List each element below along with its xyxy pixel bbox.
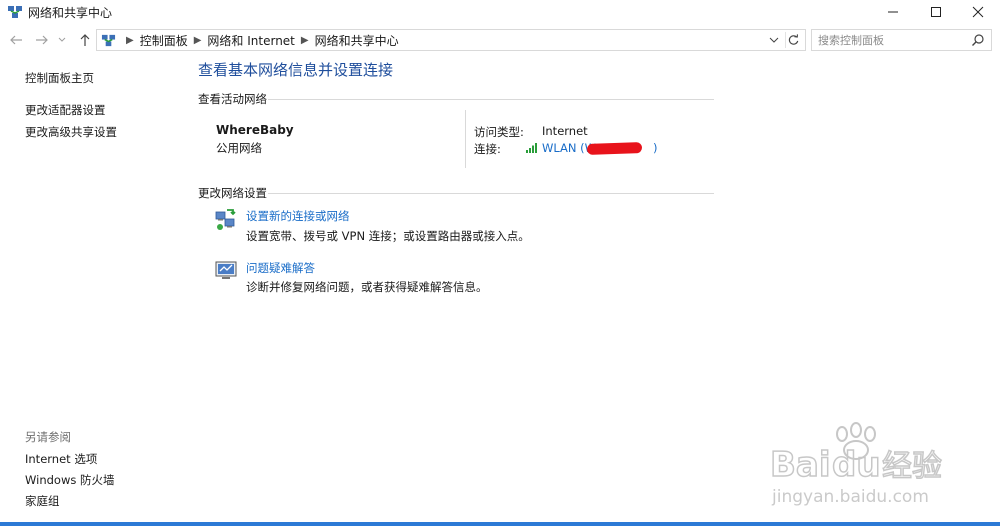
internet-options-link[interactable]: Internet 选项 [25,451,97,467]
network-center-icon [8,6,22,18]
forward-button[interactable] [32,30,52,50]
change-advanced-sharing-link[interactable]: 更改高级共享设置 [25,124,117,140]
svg-text:Bai: Bai [770,445,831,485]
recent-locations-button[interactable] [55,30,69,50]
control-panel-home-link[interactable]: 控制面板主页 [25,70,94,86]
breadcrumb-network-sharing[interactable]: 网络和共享中心 [315,32,399,49]
refresh-icon[interactable] [785,32,801,48]
section-divider [268,193,714,194]
wlan-connection-suffix: ) [653,141,658,155]
back-arrow-icon [10,35,22,45]
troubleshoot-link[interactable]: 问题疑难解答 [246,260,315,276]
minimize-button[interactable] [872,0,914,24]
svg-text:jingyan.baidu.com: jingyan.baidu.com [771,487,929,507]
control-panel-icon [101,34,116,46]
forward-arrow-icon [36,35,48,45]
navigation-bar: ▶ 控制面板 ▶ 网络和 Internet ▶ 网络和共享中心 [0,28,1000,52]
access-type-label: 访问类型: [474,125,524,139]
network-setup-icon [215,209,236,230]
troubleshoot-icon [215,261,237,279]
see-also-heading: 另请参阅 [25,430,71,444]
network-category-link[interactable]: 公用网络 [216,140,262,156]
close-icon [972,6,984,18]
active-networks-heading: 查看活动网络 [198,92,267,106]
change-settings-heading: 更改网络设置 [198,186,267,200]
breadcrumb-separator-icon[interactable]: ▶ [126,35,134,46]
setup-connection-description: 设置宽带、拨号或 VPN 连接；或设置路由器或接入点。 [246,229,530,243]
redaction-mark [586,142,643,155]
search-input[interactable] [818,30,968,50]
windows-firewall-link[interactable]: Windows 防火墙 [25,472,115,488]
section-divider [268,99,714,100]
breadcrumb-separator-icon[interactable]: ▶ [194,35,202,46]
minimize-icon [888,11,898,13]
svg-text:经验: 经验 [882,449,942,484]
setup-connection-link[interactable]: 设置新的连接或网络 [246,208,350,224]
address-bar[interactable]: ▶ 控制面板 ▶ 网络和 Internet ▶ 网络和共享中心 [96,29,806,51]
address-dropdown-icon[interactable] [767,33,781,47]
maximize-icon [931,7,941,17]
chevron-down-icon [58,37,66,42]
breadcrumb-network-internet[interactable]: 网络和 Internet [207,32,294,49]
up-arrow-icon [80,34,90,46]
baidu-watermark-logo: Bai du 经验 jingyan.baidu.com [770,422,943,507]
close-button[interactable] [957,0,999,24]
network-name: WhereBaby [216,123,294,137]
connections-label: 连接: [474,142,501,156]
change-adapter-settings-link[interactable]: 更改适配器设置 [25,102,106,118]
maximize-button[interactable] [915,0,957,24]
homegroup-link[interactable]: 家庭组 [25,493,60,509]
bottom-accent-bar [0,522,1000,526]
back-button[interactable] [6,30,26,50]
breadcrumb-control-panel[interactable]: 控制面板 [140,32,188,49]
page-title: 查看基本网络信息并设置连接 [198,61,394,79]
up-button[interactable] [75,30,95,50]
network-vertical-divider [465,110,466,168]
title-bar: 网络和共享中心 [0,0,1000,24]
svg-text:du: du [832,445,881,485]
troubleshoot-description: 诊断并修复网络问题，或者获得疑难解答信息。 [246,280,488,294]
search-icon[interactable] [971,33,985,47]
access-type-value: Internet [542,124,588,138]
wifi-signal-icon [526,143,537,153]
breadcrumb-separator-icon[interactable]: ▶ [301,35,309,46]
window-title: 网络和共享中心 [28,6,113,20]
search-box[interactable] [811,29,992,51]
